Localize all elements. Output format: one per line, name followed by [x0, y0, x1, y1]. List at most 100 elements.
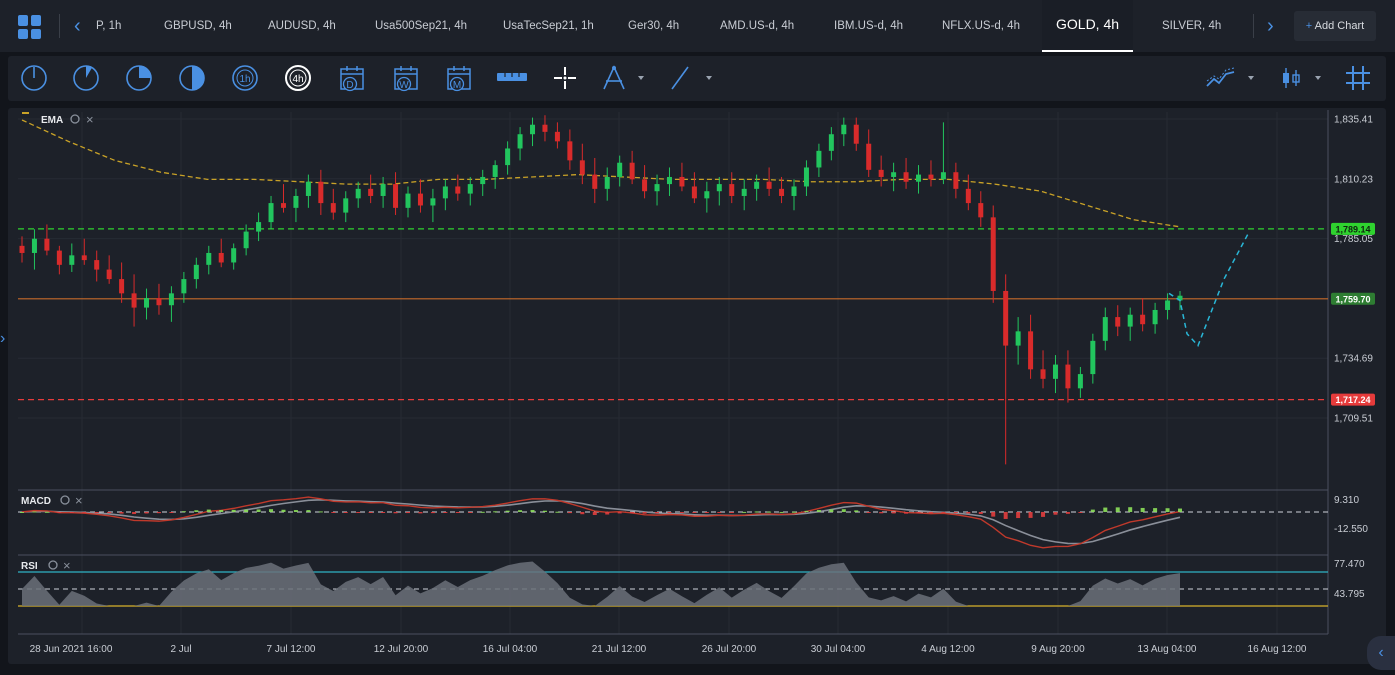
candle-body [355, 188, 361, 199]
candle-body [1077, 374, 1083, 389]
time-tick-label: 4 Aug 12:00 [921, 644, 975, 655]
macd-histogram-bar [879, 512, 884, 514]
candle-body [1102, 317, 1108, 341]
macd-histogram-bar [518, 510, 523, 512]
macd-close-icon[interactable]: × [75, 493, 83, 508]
price-axis: 1,835.41 1,810.23 1,785.05 1,734.69 1,709.51 [1334, 115, 1373, 425]
macd-histogram-bar [1165, 508, 1170, 512]
macd-histogram-bar [580, 512, 585, 515]
macd-histogram-bar [44, 511, 49, 513]
candle-body [467, 184, 473, 194]
candle-body [1165, 300, 1171, 310]
candle-body [1028, 331, 1034, 370]
macd-histogram-bar [343, 512, 348, 513]
macd-histogram-bar [194, 510, 199, 512]
macd-histogram-bar [181, 511, 186, 513]
candle-body [891, 172, 897, 177]
macd-histogram-bar [57, 512, 62, 513]
candle-body [654, 184, 660, 192]
chart-grid [18, 112, 1328, 634]
candle-body [965, 188, 971, 204]
candle-body [517, 134, 523, 149]
macd-histogram-bar [231, 509, 236, 512]
macd-histogram-bar [630, 512, 635, 514]
macd-tick-lower: -12.550 [1334, 524, 1368, 535]
macd-histogram-bar [642, 512, 647, 514]
macd-histogram-bar [1041, 512, 1046, 517]
candle-body [280, 203, 286, 208]
candle-body [168, 293, 174, 306]
macd-histogram-bar [418, 512, 423, 514]
candle-body [567, 141, 573, 161]
rsi-label: RSI [21, 561, 38, 572]
candle-body [542, 124, 548, 132]
rsi-area [22, 561, 1180, 606]
macd-histogram-bar [219, 509, 224, 512]
price-level-label: 1,759.70 [1335, 294, 1370, 304]
candle-body [878, 169, 884, 177]
candle-body [1052, 364, 1058, 379]
time-tick-label: 26 Jul 20:00 [702, 644, 757, 655]
candle-body [505, 148, 511, 166]
candle-body [318, 181, 324, 204]
candle-body [953, 172, 959, 189]
rsi-panel [18, 561, 1328, 607]
right-panel-toggle-icon[interactable]: ‹ [1367, 636, 1395, 670]
time-tick-label: 13 Aug 04:00 [1138, 644, 1197, 655]
macd-histogram-bar [904, 512, 909, 514]
price-chart[interactable]: 1,789.14 1,759.70 1,717.24 EMA × MACD × RS… [0, 0, 1395, 675]
macd-histogram-bar [704, 512, 709, 513]
macd-histogram-bar [991, 512, 996, 517]
candle-body [231, 248, 237, 263]
macd-histogram-bar [281, 509, 286, 512]
macd-histogram-bar [393, 512, 398, 514]
macd-histogram-bar [381, 512, 386, 513]
candle-body [729, 184, 735, 196]
candle-body [44, 238, 50, 251]
candle-body [828, 134, 834, 151]
macd-histogram-bar [966, 512, 971, 514]
candle-body [31, 238, 37, 253]
ema-label: EMA [41, 115, 63, 126]
candle-body [106, 269, 112, 280]
macd-histogram-bar [829, 509, 834, 512]
candle-body [181, 279, 187, 294]
macd-settings-icon[interactable] [60, 495, 70, 505]
projection-path[interactable] [1168, 233, 1249, 347]
macd-histogram-bar [82, 512, 87, 513]
candle-body [380, 184, 386, 196]
macd-histogram-bar [1103, 507, 1108, 512]
candle-body [754, 181, 760, 189]
macd-histogram-bar [1003, 512, 1008, 519]
macd-histogram-bar [928, 512, 933, 514]
candle-body [791, 186, 797, 196]
macd-histogram-bar [941, 512, 946, 513]
candle-body [903, 172, 909, 182]
macd-histogram-bar [32, 511, 37, 513]
candle-body [81, 255, 87, 261]
time-tick-label: 16 Aug 12:00 [1248, 644, 1307, 655]
macd-histogram-bar [356, 512, 361, 513]
macd-histogram-bar [1078, 512, 1083, 513]
price-tick-label: 1,734.69 [1334, 354, 1373, 365]
candle-body [256, 222, 262, 232]
macd-histogram-bar [729, 512, 734, 513]
macd-histogram-bar [916, 512, 921, 514]
candle-body [492, 165, 498, 177]
candle-body [691, 186, 697, 199]
time-tick-label: 21 Jul 12:00 [592, 644, 647, 655]
rsi-close-icon[interactable]: × [63, 558, 71, 573]
candle-body [642, 179, 648, 192]
macd-histogram-bar [20, 512, 24, 513]
time-tick-label: 12 Jul 20:00 [374, 644, 429, 655]
ema-close-icon[interactable]: × [86, 112, 94, 127]
candle-body [1015, 331, 1021, 346]
candle-body [1090, 340, 1096, 375]
candle-body [94, 260, 100, 270]
macd-histogram-bar [754, 511, 759, 513]
candle-body [131, 293, 137, 308]
rsi-settings-icon[interactable] [48, 560, 58, 570]
macd-histogram-bar [331, 512, 336, 513]
candle-body [193, 264, 199, 280]
candle-body [866, 143, 872, 170]
